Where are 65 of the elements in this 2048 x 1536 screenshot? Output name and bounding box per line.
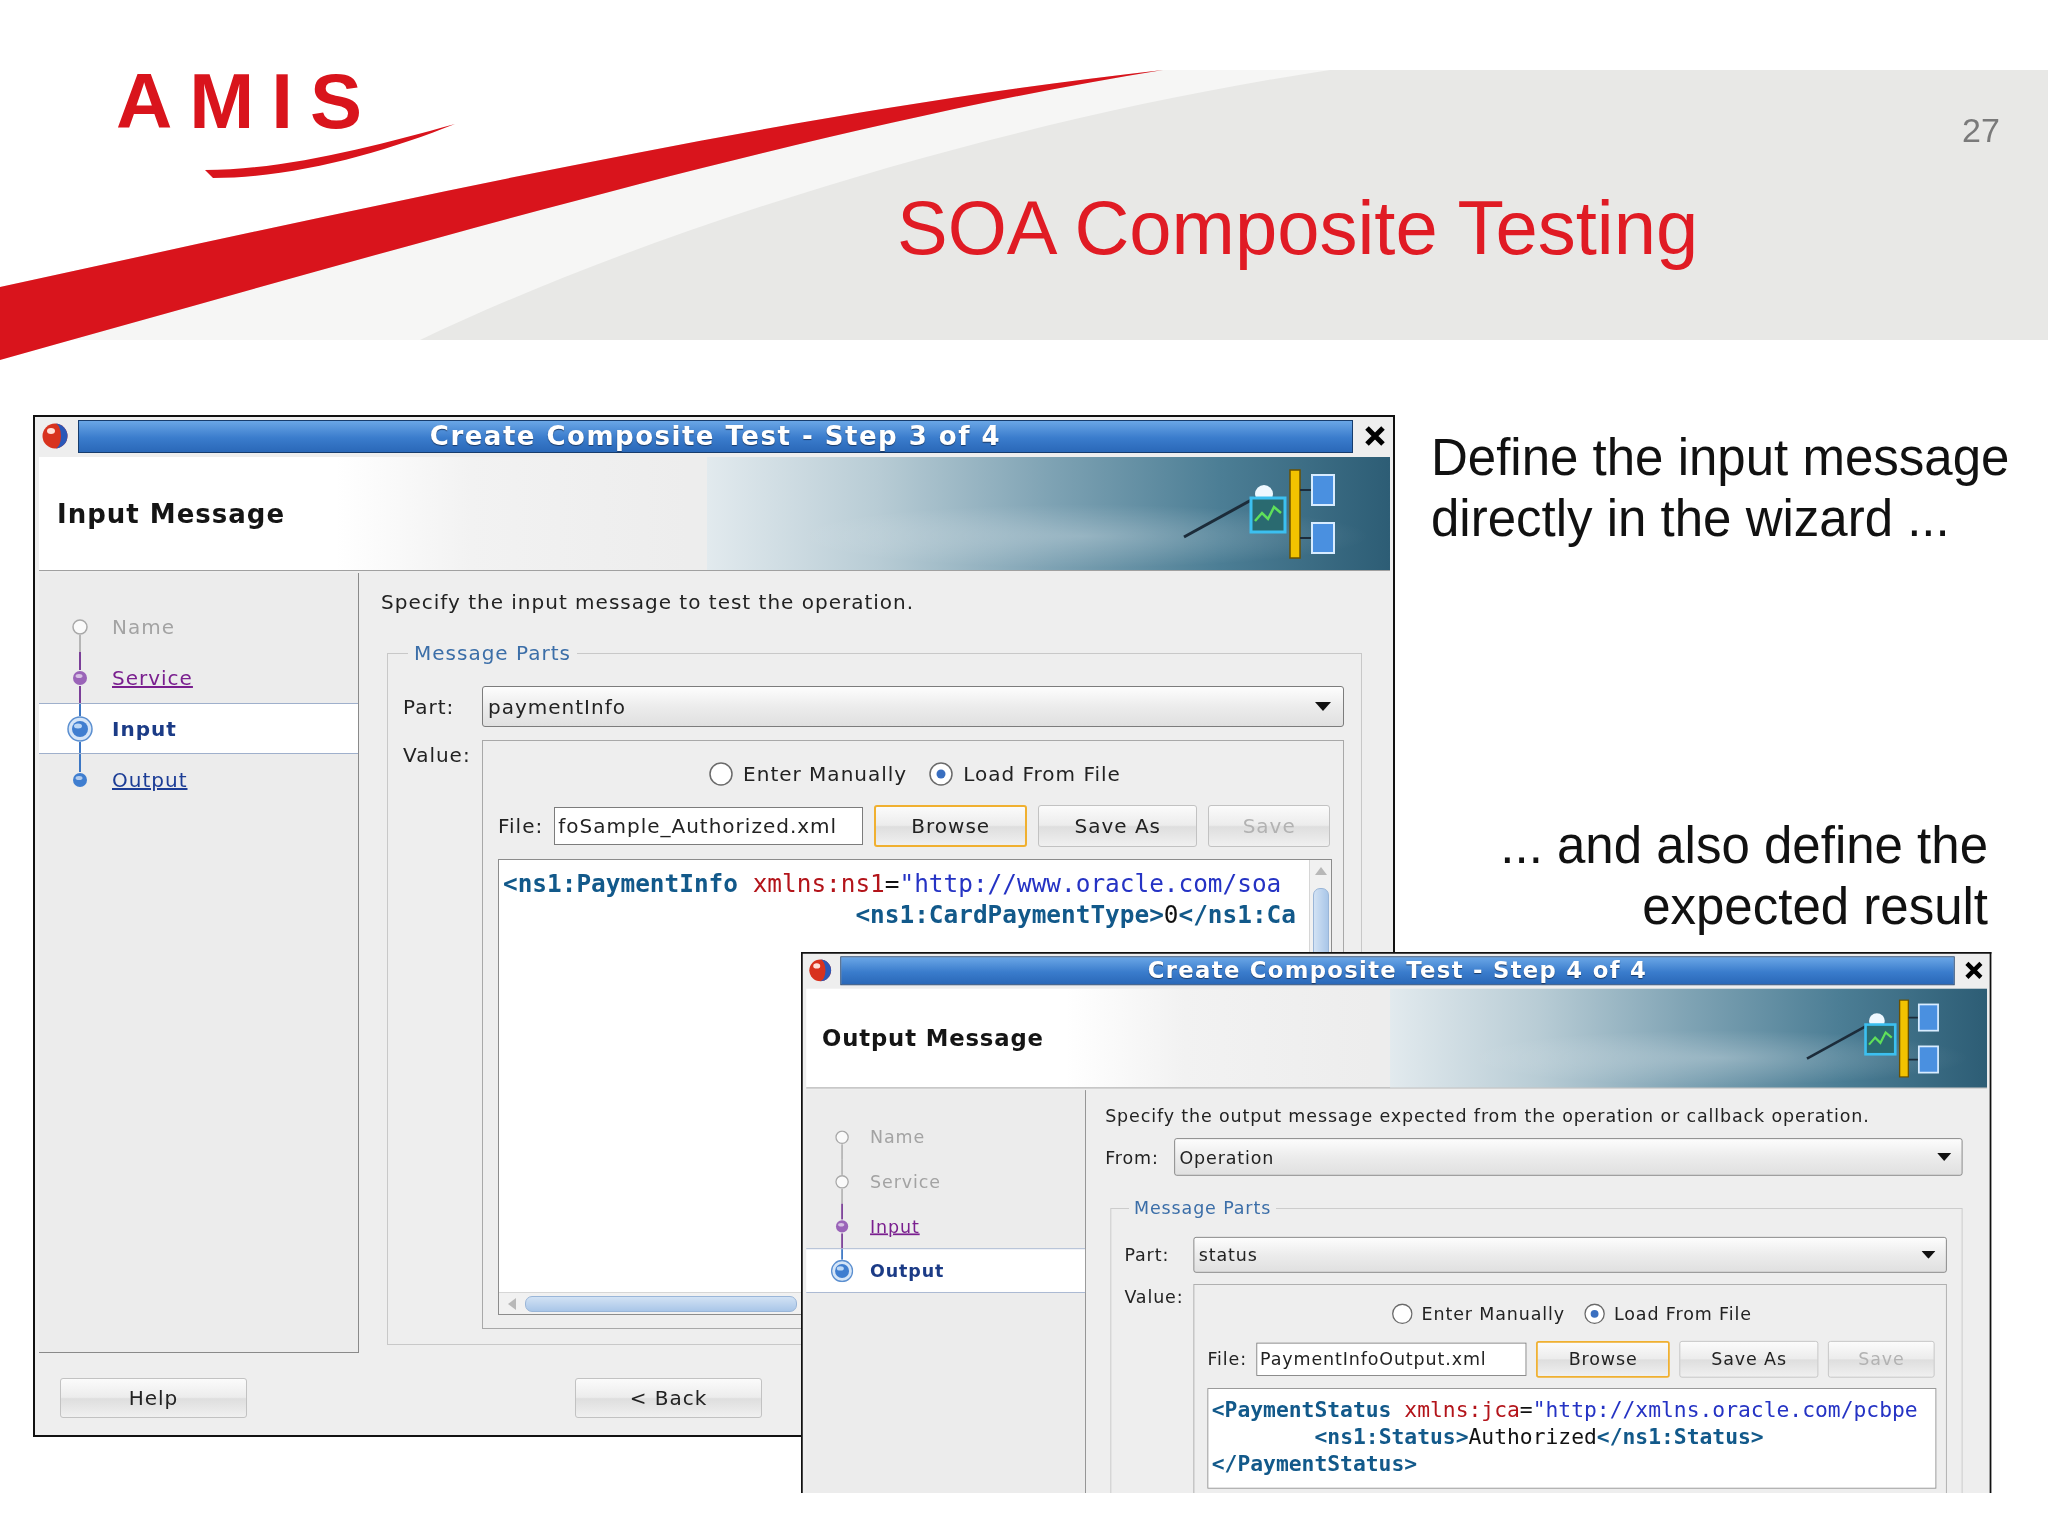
radio-option[interactable]: Load From File: [929, 762, 1121, 786]
field-label: File:: [498, 814, 544, 838]
field-label: File:: [1207, 1348, 1247, 1370]
caret-icon: [1937, 1153, 1952, 1161]
field-label: Part:: [403, 694, 456, 719]
dialog-button[interactable]: Save As: [1679, 1340, 1819, 1378]
code-line: <ns1:PaymentInfo xmlns:ns1="http://www.oracle.com/soa: [503, 868, 1282, 899]
wizard-step[interactable]: Service: [39, 652, 358, 703]
step-node-icon: [72, 771, 88, 788]
dialog-button[interactable]: Save As: [1038, 805, 1198, 847]
wizard-step: Name: [806, 1114, 1086, 1160]
code-line: <ns1:CardPaymentType>0</ns1:Ca: [855, 899, 1296, 930]
field-label: Value:: [403, 742, 472, 767]
wand-chart-icon: [1182, 468, 1336, 559]
group-title: Message Parts: [413, 641, 572, 665]
radio-option[interactable]: Enter Manually: [1391, 1303, 1566, 1325]
dialog-button[interactable]: Help: [60, 1378, 247, 1418]
dropdown[interactable]: status: [1193, 1236, 1947, 1273]
group-title: Message Parts: [1133, 1197, 1273, 1219]
step-node-icon: [72, 669, 88, 686]
step-node-icon: [72, 618, 88, 635]
app-orb-icon: [42, 423, 68, 449]
step-node-icon: [830, 1259, 854, 1282]
caret-icon: [1315, 702, 1331, 711]
step-node-icon: [67, 715, 93, 742]
caret-icon: [1921, 1250, 1936, 1259]
file-field[interactable]: PaymentInfoOutput.xml: [1256, 1342, 1527, 1376]
dialog-button[interactable]: < Back: [575, 1378, 762, 1418]
page-heading: Input Message: [57, 498, 286, 529]
dropdown[interactable]: paymentInfo: [482, 686, 1344, 727]
dialog-button[interactable]: Browse: [874, 805, 1028, 847]
scrollbar-thumb[interactable]: [525, 1295, 797, 1312]
wizard-step[interactable]: Output: [39, 754, 358, 805]
code-line: <ns1:Status>Authorized</ns1:Status>: [1314, 1423, 1764, 1451]
field-label: Part:: [1124, 1244, 1171, 1266]
dialog-button[interactable]: Browse: [1536, 1340, 1670, 1378]
wizard-step[interactable]: Input: [806, 1203, 1086, 1249]
page-heading: Output Message: [822, 1025, 1044, 1052]
page-number: 27: [1962, 113, 2000, 147]
radio-option[interactable]: Load From File: [1584, 1303, 1752, 1325]
close-icon[interactable]: [1363, 424, 1387, 448]
code-line: <PaymentStatus xmlns:jca="http://xmlns.oracle.com/pcbpe: [1211, 1396, 1918, 1424]
dropdown[interactable]: Operation: [1174, 1138, 1963, 1176]
step-node-icon: [835, 1174, 850, 1189]
code-line: </PaymentStatus>: [1211, 1450, 1418, 1478]
slide-note: Define the input message directly in the wizard ...: [1431, 428, 2011, 549]
instruction-text: Specify the input message to test the operation.: [381, 590, 916, 614]
radio-option[interactable]: Enter Manually: [709, 762, 908, 786]
wizard-step: Service: [806, 1159, 1086, 1204]
field-label: From:: [1105, 1146, 1160, 1168]
xml-editor[interactable]: <PaymentStatus xmlns:jca="http://xmlns.oracle.com/pcbpe <ns1:Status>Authorized</ns1:Status> </PaymentStatus>: [1207, 1388, 1937, 1489]
window-title: Create Composite Test - Step 3 of 4: [78, 419, 1353, 453]
step-node-icon: [835, 1129, 850, 1144]
wizard-step: Name: [39, 601, 358, 652]
field-label: Value:: [1124, 1285, 1185, 1308]
window-title: Create Composite Test - Step 4 of 4: [840, 955, 1955, 985]
slide-note: ... and also define the expected result: [1499, 816, 1988, 937]
wizard-step[interactable]: Input: [39, 703, 358, 754]
file-field[interactable]: foSample_Authorized.xml: [554, 807, 864, 845]
close-icon[interactable]: [1963, 959, 1985, 981]
app-orb-icon: [808, 959, 832, 982]
wand-chart-icon: [1805, 998, 1940, 1078]
logo-wordmark: AMIS: [116, 62, 379, 140]
step-node-icon: [835, 1219, 850, 1233]
wizard-step[interactable]: Output: [806, 1248, 1086, 1293]
